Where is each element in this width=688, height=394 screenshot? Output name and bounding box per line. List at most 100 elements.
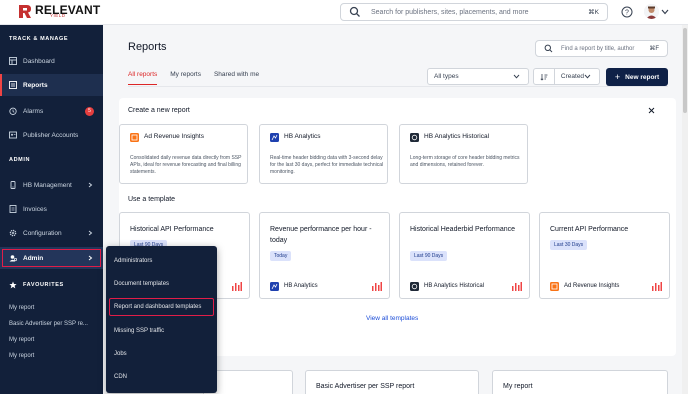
invoices-icon <box>9 205 17 213</box>
new-report-label: New report <box>625 73 660 81</box>
template-source: HB Analytics Historical <box>424 283 485 289</box>
help-icon[interactable]: ? <box>621 6 633 18</box>
chevron-down-icon <box>584 74 591 79</box>
sidebar-item-reports[interactable]: Reports <box>0 74 103 96</box>
sort-value: Created <box>560 73 585 80</box>
report-tabs: All reports My reports Shared with me <box>128 71 272 85</box>
sidebar-section-favourites: FAVOURITES <box>0 274 103 296</box>
template-card[interactable]: Revenue performance per hour - today Tod… <box>259 212 390 299</box>
reports-icon <box>9 81 17 89</box>
scrollbar-thumb[interactable] <box>683 28 687 113</box>
template-badge: Today <box>270 251 292 261</box>
search-icon <box>349 6 360 17</box>
bar-chart-icon <box>512 282 522 291</box>
sidebar-item-label: Dashboard <box>23 57 55 65</box>
search-placeholder: Search for publishers, sites, placements… <box>371 8 529 16</box>
avatar[interactable] <box>644 4 659 19</box>
sort-select[interactable]: Created <box>533 68 600 85</box>
type-filter-select[interactable]: All types <box>427 68 529 85</box>
bar-chart-icon <box>372 282 382 291</box>
sidebar-item-label: Admin <box>23 254 44 262</box>
favourite-item[interactable]: My report <box>9 305 34 311</box>
admin-icon <box>9 255 17 262</box>
card-title: Ad Revenue Insights <box>144 133 204 140</box>
template-source: Ad Revenue Insights <box>564 283 620 289</box>
search-icon <box>544 44 553 53</box>
favourite-item[interactable]: My report <box>9 353 34 359</box>
ad-revenue-icon <box>550 282 559 291</box>
hb-analytics-icon <box>270 282 279 291</box>
sidebar-item-publisher-accounts[interactable]: Publisher Accounts <box>0 124 103 146</box>
card-description: Real-time header bidding data with 3-sec… <box>270 155 384 175</box>
sidebar-item-alarms[interactable]: Alarms 5 <box>0 100 103 122</box>
alarm-icon <box>9 107 17 115</box>
sidebar-item-label: Configuration <box>23 229 62 237</box>
hb-analytics-icon <box>270 133 279 142</box>
template-badge: Last 90 Days <box>410 251 448 261</box>
svg-text:?: ? <box>625 10 629 17</box>
bar-chart-icon <box>232 282 242 291</box>
account-chevron-down-icon[interactable] <box>661 9 669 15</box>
chevron-right-icon <box>88 230 93 236</box>
template-title: Historical API Performance <box>130 226 214 233</box>
tab-shared-with-me[interactable]: Shared with me <box>214 71 259 85</box>
alarms-count-badge: 5 <box>85 106 94 116</box>
report-search-shortcut: ⌘F <box>649 46 659 52</box>
sidebar-item-configuration[interactable]: Configuration <box>0 222 103 244</box>
logo-text: RELEVANT <box>35 3 101 17</box>
avatar-icon <box>644 4 659 19</box>
create-card-ad-revenue[interactable]: Ad Revenue Insights Consolidated daily r… <box>119 124 248 184</box>
favourite-item[interactable]: Basic Advertiser per SSP re... <box>9 321 88 327</box>
tab-all-reports[interactable]: All reports <box>128 71 158 85</box>
top-bar: RELEVANT YIELD Search for publishers, si… <box>0 0 688 25</box>
new-report-button[interactable]: + New report <box>606 68 668 86</box>
sidebar-item-hb-management[interactable]: HB Management <box>0 174 103 196</box>
report-card-title: Basic Advertiser per SSP report <box>316 383 415 390</box>
template-card[interactable]: Historical Headerbid Performance Last 90… <box>399 212 530 299</box>
submenu-item-jobs[interactable]: Jobs <box>114 351 127 357</box>
report-card[interactable]: Basic Advertiser per SSP report <box>305 370 479 394</box>
create-section-title: Create a new report <box>128 107 190 114</box>
view-all-templates-link[interactable]: View all templates <box>366 315 418 322</box>
sidebar-item-label: Alarms <box>23 107 44 115</box>
sidebar-item-dashboard[interactable]: Dashboard <box>0 50 103 72</box>
global-search-input[interactable]: Search for publishers, sites, placements… <box>340 3 608 21</box>
hb-historical-icon <box>410 133 419 142</box>
favourites-title: FAVOURITES <box>23 282 64 288</box>
create-card-hb-historical[interactable]: HB Analytics Historical Long-term storag… <box>399 124 528 184</box>
submenu-item-missing-ssp-traffic[interactable]: Missing SSP traffic <box>114 328 164 334</box>
submenu-item-report-dashboard-templates[interactable]: Report and dashboard templates <box>114 304 201 310</box>
card-description: Long-term storage of core header bidding… <box>410 155 520 168</box>
sidebar: TRACK & MANAGE Dashboard Reports Alarms … <box>0 25 103 394</box>
submenu-item-document-templates[interactable]: Document templates <box>114 281 169 287</box>
card-description: Consolidated daily revenue data directly… <box>130 155 242 175</box>
tab-divider <box>128 86 668 87</box>
sidebar-item-admin[interactable]: Admin <box>0 247 103 269</box>
submenu-item-administrators[interactable]: Administrators <box>114 258 152 264</box>
submenu-item-cdn[interactable]: CDN <box>114 374 127 380</box>
report-card[interactable]: My report <box>492 370 668 394</box>
type-filter-value: All types <box>434 73 459 80</box>
ad-revenue-icon <box>130 133 139 142</box>
hb-historical-icon <box>410 282 419 291</box>
chevron-right-icon <box>88 255 93 261</box>
search-shortcut: ⌘K <box>588 9 599 16</box>
sidebar-item-label: Invoices <box>23 205 47 213</box>
tab-my-reports[interactable]: My reports <box>170 71 201 85</box>
template-card[interactable]: Current API Performance Last 30 Days Ad … <box>539 212 670 299</box>
template-title: Current API Performance <box>550 226 629 233</box>
sidebar-section-track: TRACK & MANAGE <box>9 36 69 42</box>
template-source: HB Analytics <box>284 283 318 289</box>
sidebar-item-invoices[interactable]: Invoices <box>0 198 103 220</box>
close-icon[interactable] <box>648 107 655 114</box>
sidebar-item-label: Reports <box>23 81 48 89</box>
sort-icon <box>540 73 548 81</box>
star-icon <box>9 281 17 289</box>
template-title: Revenue performance per hour - today <box>270 226 372 244</box>
sidebar-item-label: HB Management <box>23 181 72 189</box>
chevron-right-icon <box>88 182 93 188</box>
report-search-input[interactable]: Find a report by title, author ⌘F <box>535 40 668 57</box>
favourite-item[interactable]: My report <box>9 337 34 343</box>
create-card-hb-analytics[interactable]: HB Analytics Real-time header bidding da… <box>259 124 388 184</box>
sidebar-section-admin: ADMIN <box>9 157 31 163</box>
